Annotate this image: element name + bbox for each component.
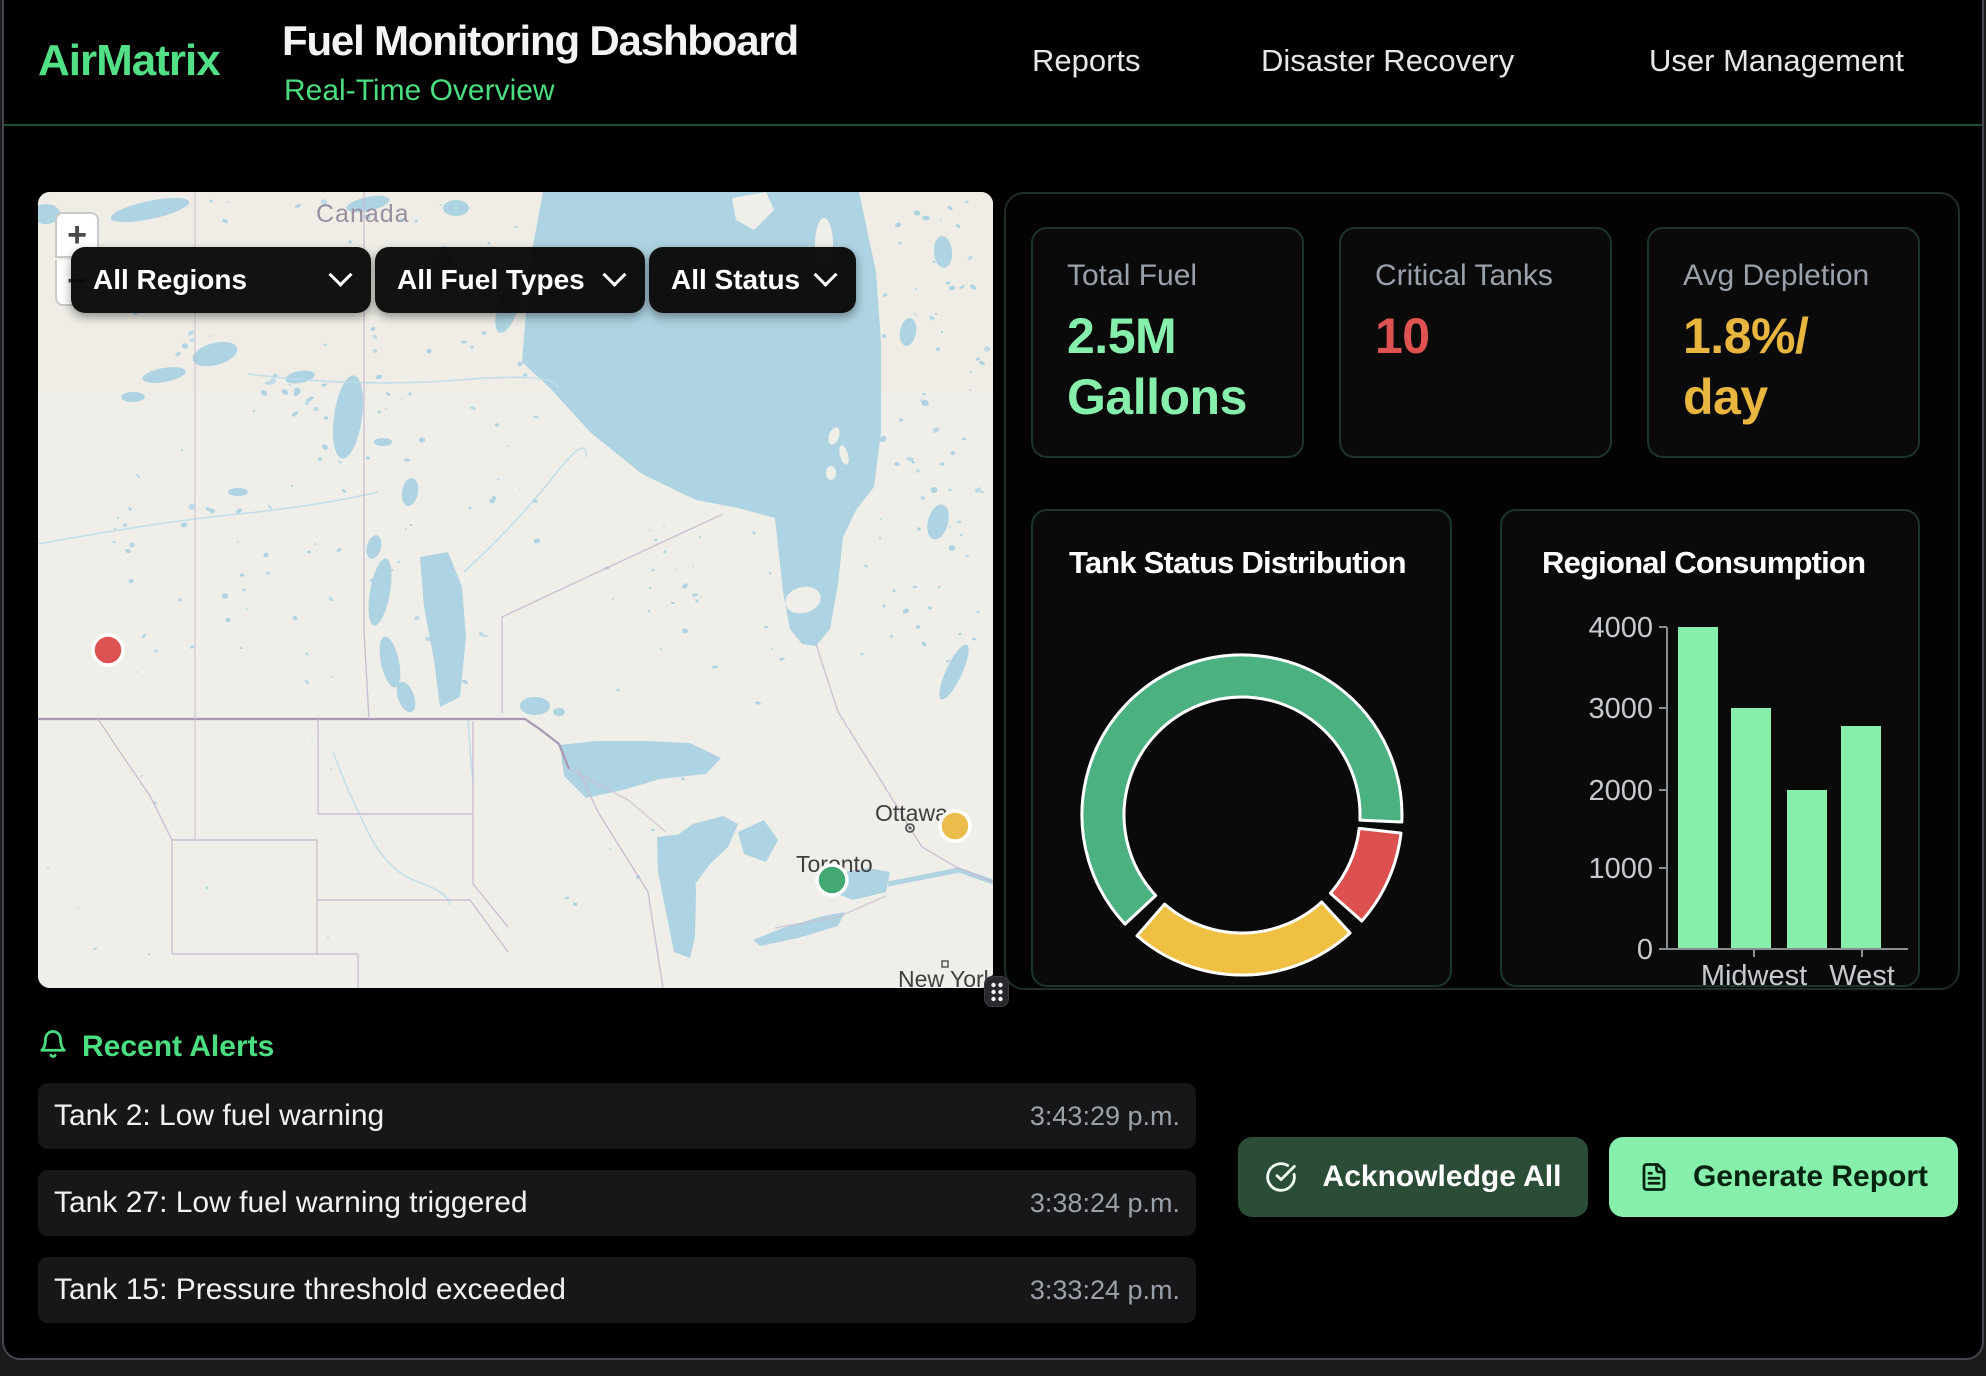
svg-text:Ottawa: Ottawa	[875, 800, 948, 826]
svg-text:Midwest: Midwest	[1701, 960, 1807, 989]
svg-text:1000: 1000	[1588, 853, 1653, 885]
svg-text:New York: New York	[898, 966, 993, 988]
svg-text:3000: 3000	[1588, 693, 1653, 725]
svg-text:4000: 4000	[1588, 612, 1653, 644]
svg-text:2000: 2000	[1588, 775, 1653, 807]
svg-text:Canada: Canada	[316, 200, 410, 228]
svg-text:0: 0	[1637, 934, 1653, 966]
svg-text:West: West	[1829, 960, 1895, 989]
